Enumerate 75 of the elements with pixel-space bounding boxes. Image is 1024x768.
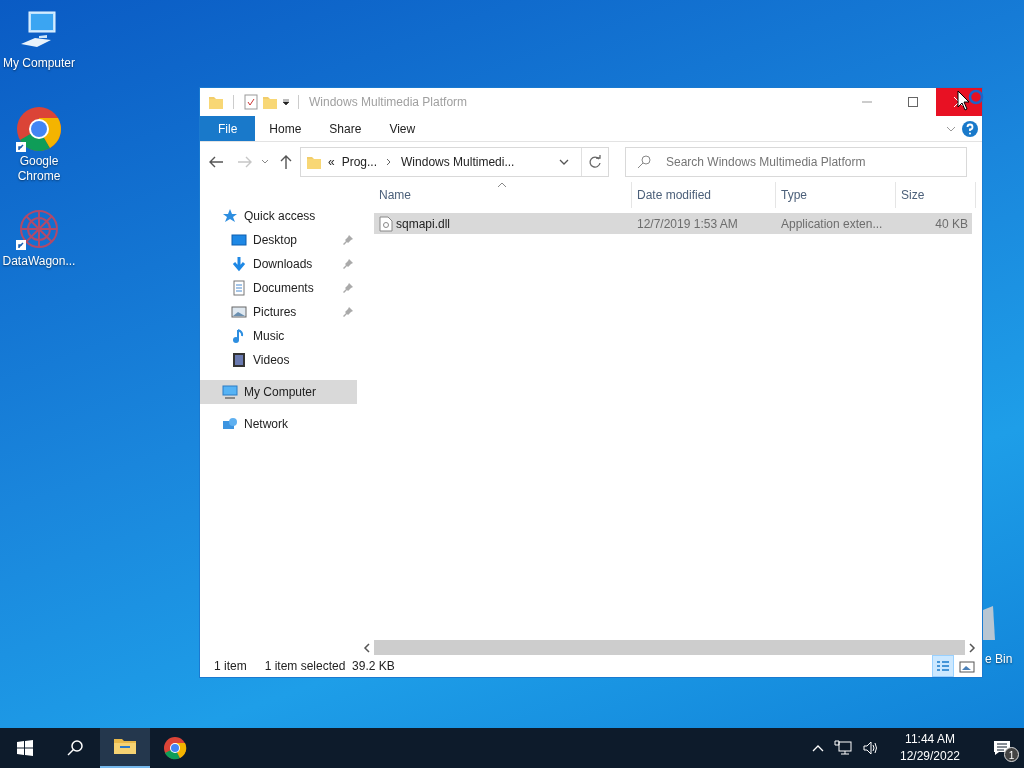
desktop-icon-label[interactable]: DataWagon... [2, 254, 76, 269]
document-icon [231, 280, 247, 296]
status-item-count: 1 item [214, 658, 247, 675]
desktop-icon-label[interactable]: Google Chrome [17, 154, 61, 184]
star-icon [222, 208, 238, 224]
breadcrumb[interactable]: Prog... [341, 153, 378, 171]
column-header[interactable]: Date modified [632, 182, 776, 208]
folder-icon [306, 154, 322, 170]
nav-item[interactable]: Quick access [200, 204, 357, 228]
ribbon-tab[interactable]: File [200, 116, 256, 141]
download-icon [231, 256, 247, 272]
ribbon-tab[interactable]: Home [255, 116, 316, 141]
dll-file-icon [379, 215, 393, 232]
column-header[interactable]: Type [776, 182, 896, 208]
sort-icon[interactable] [498, 182, 506, 187]
notification-count-badge: 1 [1004, 747, 1019, 762]
window-title: Windows Multimedia Platform [309, 94, 468, 111]
search-icon [67, 740, 83, 756]
close-button[interactable] [936, 88, 982, 116]
desktop-icon [231, 232, 247, 248]
file-name: sqmapi.dll [396, 215, 451, 233]
maximize-icon [908, 97, 918, 107]
network-icon[interactable] [834, 740, 852, 756]
back-arrow-icon[interactable] [208, 155, 224, 169]
volume-icon[interactable] [862, 740, 880, 756]
table-cell-text: 40 KB [934, 215, 969, 233]
time-text: 11:44 AM [905, 731, 955, 748]
search-field[interactable]: Search Windows Multimedia Platform [625, 147, 967, 177]
breadcrumb[interactable]: Windows Multimedi... [401, 153, 515, 171]
up-arrow-icon[interactable] [279, 154, 293, 170]
chevron-down-icon[interactable] [946, 124, 956, 133]
clock[interactable]: 11:44 AM 12/29/2022 [890, 728, 970, 768]
chrome-icon[interactable] [16, 106, 62, 152]
column-header[interactable]: Size [896, 182, 976, 208]
table-cell-text: 12/7/2019 1:53 AM [636, 215, 739, 233]
nav-item[interactable]: Downloads [200, 252, 357, 276]
tiles-view-icon [959, 659, 975, 673]
taskbar-app-button[interactable] [100, 728, 150, 768]
nav-item[interactable]: My Computer [200, 380, 357, 404]
chevron-up-icon[interactable] [812, 744, 824, 752]
network-icon [222, 416, 238, 432]
search-icon [637, 155, 651, 169]
refresh-icon[interactable] [588, 155, 602, 169]
recent-locations-icon[interactable] [261, 159, 269, 165]
nav-item[interactable]: Desktop [200, 228, 357, 252]
folder-icon [208, 94, 224, 110]
details-view-icon [935, 659, 951, 673]
desktop-icon-label: e Bin [985, 652, 1013, 667]
ribbon-tab[interactable]: View [375, 116, 430, 141]
nav-item[interactable]: Videos [200, 348, 357, 372]
videos-icon [231, 352, 247, 368]
ribbon-tab[interactable]: Share [315, 116, 376, 141]
address-overflow[interactable]: « [328, 153, 335, 171]
properties-icon[interactable] [243, 94, 259, 110]
table-cell-text: Application exten... [780, 215, 884, 233]
nav-item[interactable]: Music [200, 324, 357, 348]
notifications-button[interactable]: 1 [980, 728, 1024, 768]
date-text: 12/29/2022 [899, 748, 961, 765]
chrome-icon [163, 736, 187, 760]
dropdown-icon[interactable] [559, 158, 569, 166]
windows-logo-icon [17, 740, 33, 756]
nav-item[interactable]: Network [200, 412, 357, 436]
status-selection: 1 item selected 39.2 KB [264, 658, 395, 675]
chevron-right-icon [386, 158, 393, 166]
close-icon [954, 97, 964, 107]
address-bar[interactable]: « Prog... Windows Multimedi... [300, 147, 609, 177]
help-icon[interactable] [962, 120, 978, 137]
pictures-icon [231, 304, 247, 320]
desktop-icon-label[interactable]: My Computer [3, 56, 75, 71]
details-view-button[interactable] [932, 655, 954, 677]
file-row[interactable]: sqmapi.dll 12/7/2019 1:53 AM Application exten... 40 KB [374, 213, 972, 234]
nav-item[interactable]: Documents [200, 276, 357, 300]
computer-icon [222, 384, 238, 400]
column-header[interactable]: Name [374, 182, 632, 208]
nav-item[interactable]: Pictures [200, 300, 357, 324]
